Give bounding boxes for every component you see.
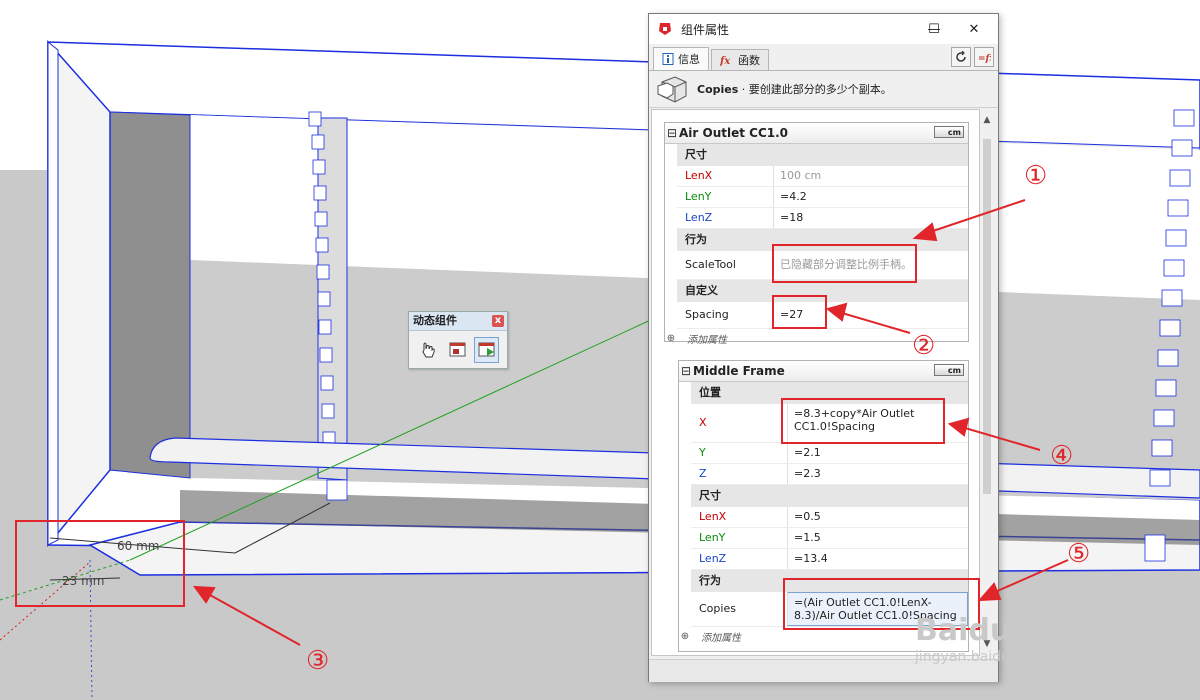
- annotation-arrows: [192, 199, 1069, 646]
- callout-number-5: ⑤: [1067, 539, 1091, 569]
- callout-number-1: ①: [1024, 161, 1048, 191]
- watermark-url: jingyan.baidu.com: [915, 649, 1045, 665]
- callout-number-3: ③: [306, 646, 330, 676]
- watermark-logo: Baidu经验: [915, 613, 1072, 648]
- callout-number-2: ②: [912, 331, 936, 361]
- baidu-watermark: Baidu经验 jingyan.baidu.com: [915, 605, 1175, 665]
- callout-number-4: ④: [1050, 441, 1074, 471]
